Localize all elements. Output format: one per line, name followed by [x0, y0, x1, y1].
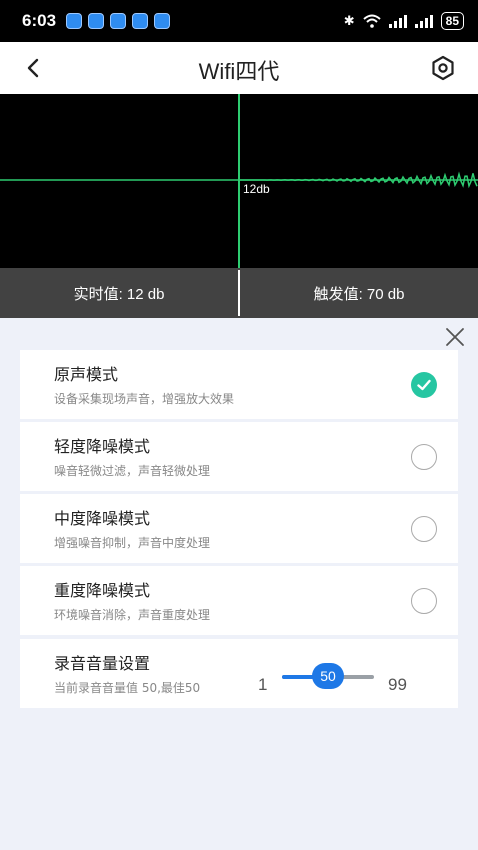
volume-setting-card: 录音音量设置 当前录音音量值 50,最佳50 1 50 99 — [20, 639, 458, 708]
volume-title: 录音音量设置 — [54, 654, 151, 673]
realtime-value: 实时值: 12 db — [73, 285, 165, 303]
app-notification-icon — [66, 13, 82, 29]
mode-option-original[interactable]: 原声模式 设备采集现场声音，增强放大效果 — [20, 350, 458, 419]
status-time: 6:03 — [22, 11, 57, 30]
signal-icon — [414, 14, 433, 28]
mode-title: 原声模式 — [54, 365, 119, 384]
mode-description: 环境噪音消除，声音重度处理 — [54, 608, 211, 622]
volume-description: 当前录音音量值 50,最佳50 — [54, 681, 201, 695]
volume-min-label: 1 — [258, 675, 268, 694]
scope-level-label: 12db — [243, 182, 270, 196]
radio-unchecked-icon[interactable] — [411, 588, 437, 614]
radio-checked-icon[interactable] — [411, 372, 437, 398]
radio-unchecked-icon[interactable] — [411, 516, 437, 542]
mode-description: 设备采集现场声音，增强放大效果 — [54, 392, 235, 406]
signal-icon — [388, 14, 407, 28]
trigger-value: 触发值: 70 db — [313, 285, 405, 303]
radio-unchecked-icon[interactable] — [411, 444, 437, 470]
mode-title: 重度降噪模式 — [54, 581, 151, 600]
stats-bar: 实时值: 12 db 触发值: 70 db — [0, 268, 478, 318]
waveform-graph — [0, 94, 478, 268]
volume-slider-thumb[interactable]: 50 — [312, 663, 344, 689]
app-notification-icon — [88, 13, 104, 29]
mode-title: 轻度降噪模式 — [54, 437, 151, 456]
wifi-icon — [362, 14, 381, 28]
app-bar: Wifi四代 — [0, 42, 478, 94]
settings-icon[interactable] — [430, 55, 456, 81]
mode-option-light[interactable]: 轻度降噪模式 噪音轻微过滤，声音轻微处理 — [20, 422, 458, 491]
mode-description: 噪音轻微过滤，声音轻微处理 — [54, 464, 211, 478]
volume-max-label: 99 — [388, 675, 407, 694]
status-bar: 6:03 ✱ 85 — [0, 0, 478, 42]
app-notification-icon — [110, 13, 126, 29]
mode-title: 中度降噪模式 — [54, 509, 151, 528]
notification-icons — [66, 13, 170, 29]
battery-icon: 85 — [440, 12, 464, 30]
volume-slider[interactable]: 50 — [282, 663, 374, 689]
waveform-display: 12db — [0, 94, 478, 268]
mode-option-heavy[interactable]: 重度降噪模式 环境噪音消除，声音重度处理 — [20, 566, 458, 635]
app-notification-icon — [132, 13, 148, 29]
mode-description: 增强噪音抑制，声音中度处理 — [54, 536, 211, 550]
close-icon[interactable] — [444, 326, 466, 348]
mode-option-medium[interactable]: 中度降噪模式 增强噪音抑制，声音中度处理 — [20, 494, 458, 563]
status-right: ✱ 85 — [344, 12, 464, 30]
bluetooth-icon: ✱ — [343, 13, 355, 28]
page-title: Wifi四代 — [198, 59, 280, 84]
app-notification-icon — [154, 13, 170, 29]
